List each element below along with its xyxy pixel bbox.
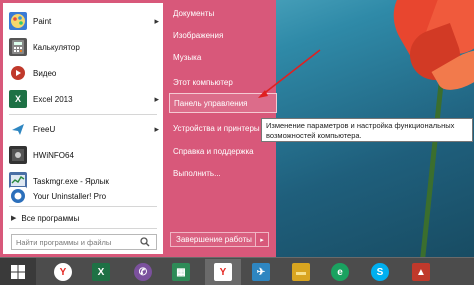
tooltip: Изменение параметров и настройка функцио… bbox=[261, 118, 473, 142]
all-programs-button[interactable]: ▶ Все программы bbox=[3, 210, 163, 226]
uninstaller-icon bbox=[9, 187, 27, 205]
menu-item-label: Документы bbox=[173, 8, 215, 18]
menu-item-label: Выполнить... bbox=[173, 168, 221, 178]
freeu-icon: ✈ bbox=[252, 263, 270, 281]
paint-icon bbox=[9, 12, 27, 30]
spreadsheet-icon: ▦ bbox=[172, 263, 190, 281]
menu-item-label: Справка и поддержка bbox=[173, 146, 254, 156]
program-item-excel[interactable]: X Excel 2013 ▸ bbox=[3, 86, 163, 112]
divider bbox=[9, 206, 157, 207]
search-icon[interactable] bbox=[136, 235, 154, 249]
program-label: Paint bbox=[33, 16, 52, 26]
chevron-right-icon[interactable]: ▸ bbox=[154, 124, 159, 135]
chevron-right-icon[interactable]: ▸ bbox=[154, 94, 159, 105]
program-label: Your Uninstaller! Pro bbox=[33, 191, 107, 201]
calculator-icon bbox=[9, 38, 27, 56]
program-item-calculator[interactable]: Калькулятор bbox=[3, 34, 163, 60]
menu-item-help-support[interactable]: Справка и поддержка bbox=[169, 141, 277, 161]
skype-icon: S bbox=[371, 263, 389, 281]
search-input[interactable] bbox=[12, 237, 136, 247]
program-label: Видео bbox=[33, 68, 57, 78]
viber-icon: ✆ bbox=[134, 263, 152, 281]
chevron-right-icon[interactable]: ▸ bbox=[154, 16, 159, 27]
edge-icon: e bbox=[331, 263, 349, 281]
program-label: Excel 2013 bbox=[33, 94, 73, 104]
menu-item-music[interactable]: Музыка bbox=[169, 47, 277, 67]
shutdown-group: Завершение работы ▸ bbox=[170, 232, 269, 247]
excel-icon: X bbox=[9, 90, 27, 108]
taskbar-edge[interactable]: e bbox=[322, 259, 358, 285]
menu-item-this-computer[interactable]: Этот компьютер bbox=[169, 72, 277, 92]
shutdown-button[interactable]: Завершение работы bbox=[170, 232, 256, 247]
windows-logo-icon bbox=[11, 265, 25, 279]
tooltip-line: возможностей компьютера. bbox=[266, 130, 362, 140]
play-arrow-icon: ▶ bbox=[11, 215, 17, 222]
taskbar-skype[interactable]: S bbox=[362, 259, 398, 285]
program-label: Калькулятор bbox=[33, 42, 80, 52]
taskbar-media[interactable]: ▲ bbox=[403, 259, 439, 285]
yandex-icon: Y bbox=[214, 263, 232, 281]
start-button[interactable] bbox=[0, 258, 36, 285]
menu-item-label: Изображения bbox=[173, 30, 224, 40]
program-item-freeu[interactable]: FreeU ▸ bbox=[3, 116, 163, 142]
programs-panel: Paint ▸ Калькулятор Видео X Excel 2013 ▸ bbox=[3, 3, 163, 254]
menu-item-pictures[interactable]: Изображения bbox=[169, 25, 277, 45]
program-item-video[interactable]: Видео bbox=[3, 60, 163, 86]
divider bbox=[9, 228, 157, 229]
tooltip-line: Изменение параметров и настройка функцио… bbox=[266, 121, 455, 130]
menu-item-run[interactable]: Выполнить... bbox=[169, 163, 277, 183]
shutdown-options-button[interactable]: ▸ bbox=[256, 232, 269, 247]
program-label: HWiNFO64 bbox=[33, 150, 74, 160]
menu-item-control-panel[interactable]: Панель управления bbox=[169, 93, 277, 113]
program-label: FreeU bbox=[33, 124, 56, 134]
media-icon: ▲ bbox=[412, 263, 430, 281]
program-item-paint[interactable]: Paint ▸ bbox=[3, 8, 163, 34]
taskbar-spreadsheet[interactable]: ▦ bbox=[163, 259, 199, 285]
menu-item-label: Устройства и принтеры bbox=[173, 123, 260, 133]
menu-item-label: Панель управления bbox=[174, 98, 248, 108]
all-programs-label: Все программы bbox=[21, 213, 80, 223]
yandex-browser-icon: Y bbox=[54, 263, 72, 281]
divider bbox=[9, 114, 157, 115]
taskbar-freeu[interactable]: ✈ bbox=[243, 259, 279, 285]
taskbar-viber[interactable]: ✆ bbox=[125, 259, 161, 285]
start-menu: Paint ▸ Калькулятор Видео X Excel 2013 ▸ bbox=[0, 0, 277, 257]
places-panel: Документы Изображения Музыка Этот компью… bbox=[163, 0, 277, 257]
video-icon bbox=[9, 64, 27, 82]
flower-stem bbox=[420, 70, 445, 257]
excel-icon: X bbox=[92, 263, 110, 281]
taskbar-excel[interactable]: X bbox=[83, 259, 119, 285]
search-box[interactable] bbox=[11, 234, 157, 250]
taskbar-yandex[interactable]: Y bbox=[205, 259, 241, 285]
taskbar-yandex-browser[interactable]: Y bbox=[45, 259, 81, 285]
menu-item-label: Этот компьютер bbox=[173, 77, 233, 87]
taskbar: Y X ✆ ▦ Y ✈ ▬ e S ▲ bbox=[0, 257, 474, 285]
taskbar-explorer[interactable]: ▬ bbox=[283, 259, 319, 285]
menu-item-label: Музыка bbox=[173, 52, 202, 62]
freeu-icon bbox=[9, 120, 27, 138]
explorer-icon: ▬ bbox=[292, 263, 310, 281]
hwinfo-icon bbox=[9, 146, 27, 164]
menu-item-documents[interactable]: Документы bbox=[169, 3, 277, 23]
program-item-hwinfo[interactable]: HWiNFO64 bbox=[3, 142, 163, 168]
